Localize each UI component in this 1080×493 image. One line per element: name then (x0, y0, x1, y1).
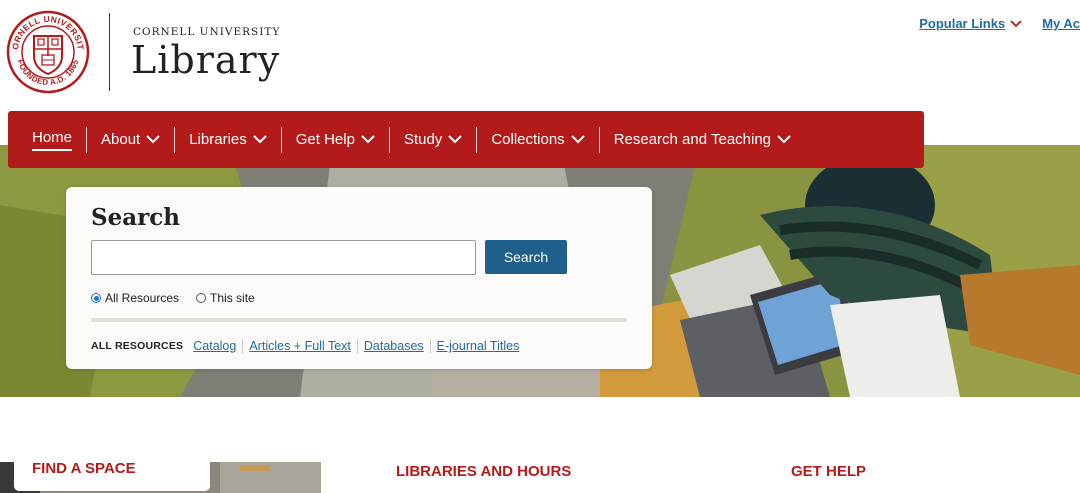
scope-all-resources[interactable]: All Resources (91, 291, 179, 305)
search-button[interactable]: Search (485, 240, 567, 274)
chevron-down-icon (146, 135, 160, 144)
chevron-down-icon (361, 135, 375, 144)
nav-home-label: Home (32, 129, 73, 151)
libraries-hours-heading: LIBRARIES AND HOURS (396, 463, 572, 480)
nav-research-teaching[interactable]: Research and Teaching (598, 126, 805, 153)
scope-this-site-label: This site (210, 291, 255, 305)
main-nav: Home About Libraries Get Help Study Coll… (8, 111, 924, 168)
utility-nav: Popular Links My Ac (919, 16, 1080, 31)
nav-study-label: Study (403, 131, 443, 148)
panel-divider (91, 318, 627, 322)
nav-get-help[interactable]: Get Help (280, 126, 389, 153)
chevron-down-icon (777, 135, 791, 144)
articles-link[interactable]: Articles + Full Text (242, 339, 357, 353)
cornell-seal-logo[interactable]: CORNELL UNIVERSITY FOUNDED A.D. 1865 (6, 10, 90, 94)
search-panel: Search Search All Resources This site AL… (66, 187, 652, 369)
nav-research-teaching-label: Research and Teaching (613, 131, 772, 148)
logo-divider (109, 13, 110, 91)
catalog-link[interactable]: Catalog (193, 339, 242, 353)
search-scope: All Resources This site (91, 291, 272, 305)
all-resources-label: ALL RESOURCES (91, 340, 184, 352)
popular-links-toggle[interactable]: Popular Links (919, 16, 1022, 31)
resource-links: ALL RESOURCES Catalog Articles + Full Te… (91, 339, 525, 353)
find-a-space-heading[interactable]: FIND A SPACE (14, 455, 210, 491)
ejournal-titles-link[interactable]: E-journal Titles (429, 339, 526, 353)
nav-about-label: About (101, 131, 141, 148)
search-title: Search (91, 204, 180, 231)
chevron-down-icon (448, 135, 463, 144)
nav-about[interactable]: About (86, 126, 174, 153)
get-help-heading: GET HELP (791, 463, 867, 480)
chevron-down-icon (1010, 19, 1022, 27)
logo-org-line[interactable]: CORNELL UNIVERSITY (133, 26, 280, 38)
nav-collections[interactable]: Collections (476, 126, 598, 153)
nav-study[interactable]: Study (388, 126, 476, 153)
chevron-down-icon (253, 135, 267, 144)
search-input[interactable] (91, 240, 476, 275)
nav-libraries[interactable]: Libraries (174, 126, 281, 153)
popular-links-label: Popular Links (919, 16, 1006, 31)
nav-collections-label: Collections (491, 131, 565, 148)
databases-link[interactable]: Databases (356, 339, 430, 353)
nav-get-help-label: Get Help (295, 131, 355, 148)
nav-home[interactable]: Home (18, 127, 86, 153)
my-account-link[interactable]: My Ac (1042, 16, 1080, 31)
scope-all-resources-label: All Resources (105, 291, 180, 305)
radio-unselected-icon (196, 293, 207, 303)
nav-libraries-label: Libraries (189, 131, 247, 148)
scope-this-site[interactable]: This site (196, 291, 255, 305)
chevron-down-icon (570, 135, 585, 144)
logo-title[interactable]: Library (131, 38, 280, 82)
radio-selected-icon (91, 293, 101, 303)
